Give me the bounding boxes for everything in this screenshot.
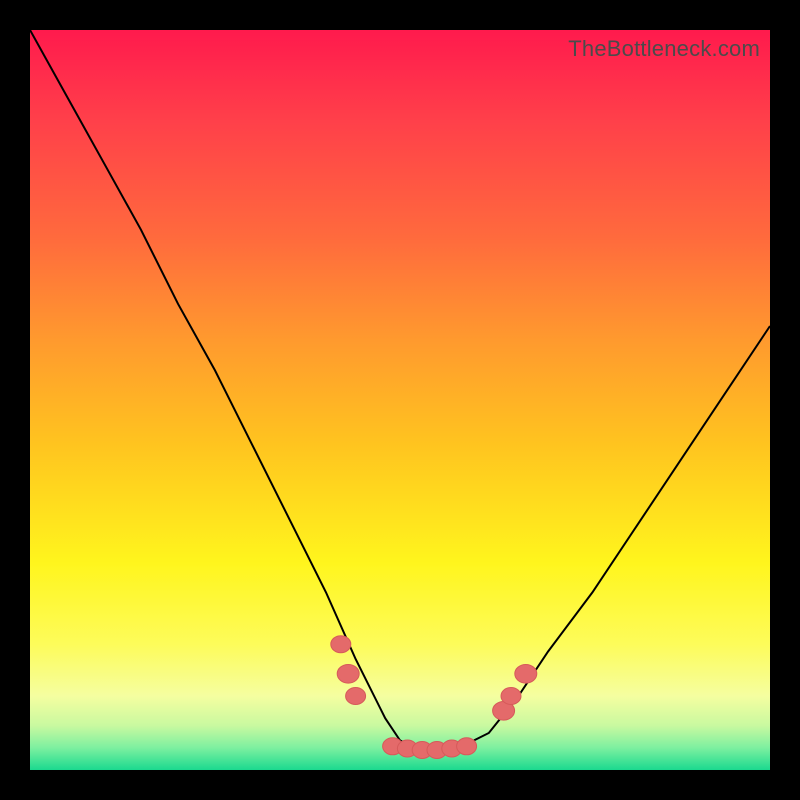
chart-plot-area: TheBottleneck.com	[30, 30, 770, 770]
marker-dot	[337, 664, 359, 683]
marker-dot	[457, 738, 477, 755]
marker-dot	[346, 688, 366, 705]
curve-line	[30, 30, 770, 748]
marker-group	[331, 636, 537, 759]
marker-dot	[501, 688, 521, 705]
marker-dot	[331, 636, 351, 653]
bottleneck-curve-chart	[30, 30, 770, 770]
marker-dot	[515, 664, 537, 683]
